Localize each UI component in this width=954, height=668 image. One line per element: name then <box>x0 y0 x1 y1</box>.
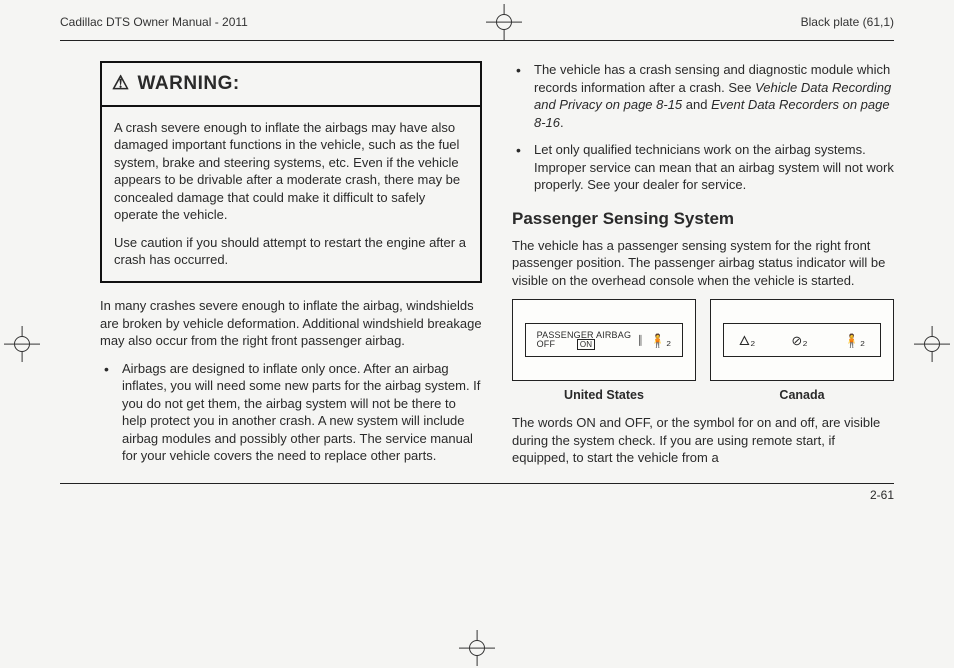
text-run: and <box>682 97 711 112</box>
registration-mark-icon <box>490 8 518 36</box>
caption-row: United States Canada <box>512 387 894 404</box>
seatbelt-icon: 🧍₂ <box>650 332 672 350</box>
airbag-on-icon: 🜂₂ <box>739 332 756 350</box>
indicator-illustration-row: PASSENGER AIRBAG OFF ON ║ 🧍₂ 🜂₂ ⊘₂ 🧍₂ <box>512 299 894 381</box>
indicator-text: PASSENGER AIRBAG OFF ON <box>537 331 632 351</box>
caption-canada: Canada <box>710 387 894 404</box>
warning-box: ⚠ WARNING: A crash severe enough to infl… <box>100 61 482 283</box>
warning-triangle-icon: ⚠ <box>112 71 130 97</box>
warning-heading: ⚠ WARNING: <box>102 63 480 107</box>
warning-body: A crash severe enough to inflate the air… <box>102 107 480 281</box>
list-item: Airbags are designed to inflate only onc… <box>122 360 482 465</box>
caption-us: United States <box>512 387 696 404</box>
page-number: 2-61 <box>870 488 894 502</box>
text-run: . <box>560 115 564 130</box>
section-heading: Passenger Sensing System <box>512 208 894 231</box>
body-paragraph: The words ON and OFF, or the symbol for … <box>512 414 894 467</box>
manual-title: Cadillac DTS Owner Manual - 2011 <box>60 15 248 29</box>
warning-paragraph-1: A crash severe enough to inflate the air… <box>114 119 468 224</box>
indicator-off: OFF <box>537 339 556 349</box>
seatbelt-icon: 🧍₂ <box>844 332 866 350</box>
bottom-registration-mark <box>463 634 491 662</box>
warning-paragraph-2: Use caution if you should attempt to res… <box>114 234 468 269</box>
left-registration-mark <box>8 330 36 358</box>
header-rule <box>60 40 894 41</box>
list-item: Let only qualified technicians work on t… <box>534 141 894 194</box>
right-column: The vehicle has a crash sensing and diag… <box>512 61 894 477</box>
right-registration-mark <box>918 330 946 358</box>
airbag-off-icon: ⊘₂ <box>791 332 807 350</box>
body-paragraph: In many crashes severe enough to inflate… <box>100 297 482 350</box>
registration-mark-icon <box>918 330 946 358</box>
indicator-us-panel: PASSENGER AIRBAG OFF ON ║ 🧍₂ <box>525 323 684 357</box>
content-area: ⚠ WARNING: A crash severe enough to infl… <box>0 51 954 477</box>
list-item: The vehicle has a crash sensing and diag… <box>534 61 894 131</box>
indicator-line2: OFF ON <box>537 340 632 350</box>
top-registration-holder <box>248 8 761 36</box>
divider-icon: ║ <box>637 334 644 346</box>
page-footer: 2-61 <box>0 484 954 502</box>
registration-mark-icon <box>463 634 491 662</box>
indicator-canada: 🜂₂ ⊘₂ 🧍₂ <box>710 299 894 381</box>
left-column: ⚠ WARNING: A crash severe enough to infl… <box>100 61 482 477</box>
plate-info: Black plate (61,1) <box>761 15 894 29</box>
registration-mark-icon <box>8 330 36 358</box>
indicator-ca-panel: 🜂₂ ⊘₂ 🧍₂ <box>723 323 882 357</box>
page-header: Cadillac DTS Owner Manual - 2011 Black p… <box>0 0 954 40</box>
body-paragraph: The vehicle has a passenger sensing syst… <box>512 237 894 290</box>
warning-title: WARNING: <box>138 71 240 97</box>
bullet-list: The vehicle has a crash sensing and diag… <box>512 61 894 194</box>
bullet-list: Airbags are designed to inflate only onc… <box>100 360 482 465</box>
indicator-us: PASSENGER AIRBAG OFF ON ║ 🧍₂ <box>512 299 696 381</box>
indicator-on: ON <box>577 339 595 350</box>
